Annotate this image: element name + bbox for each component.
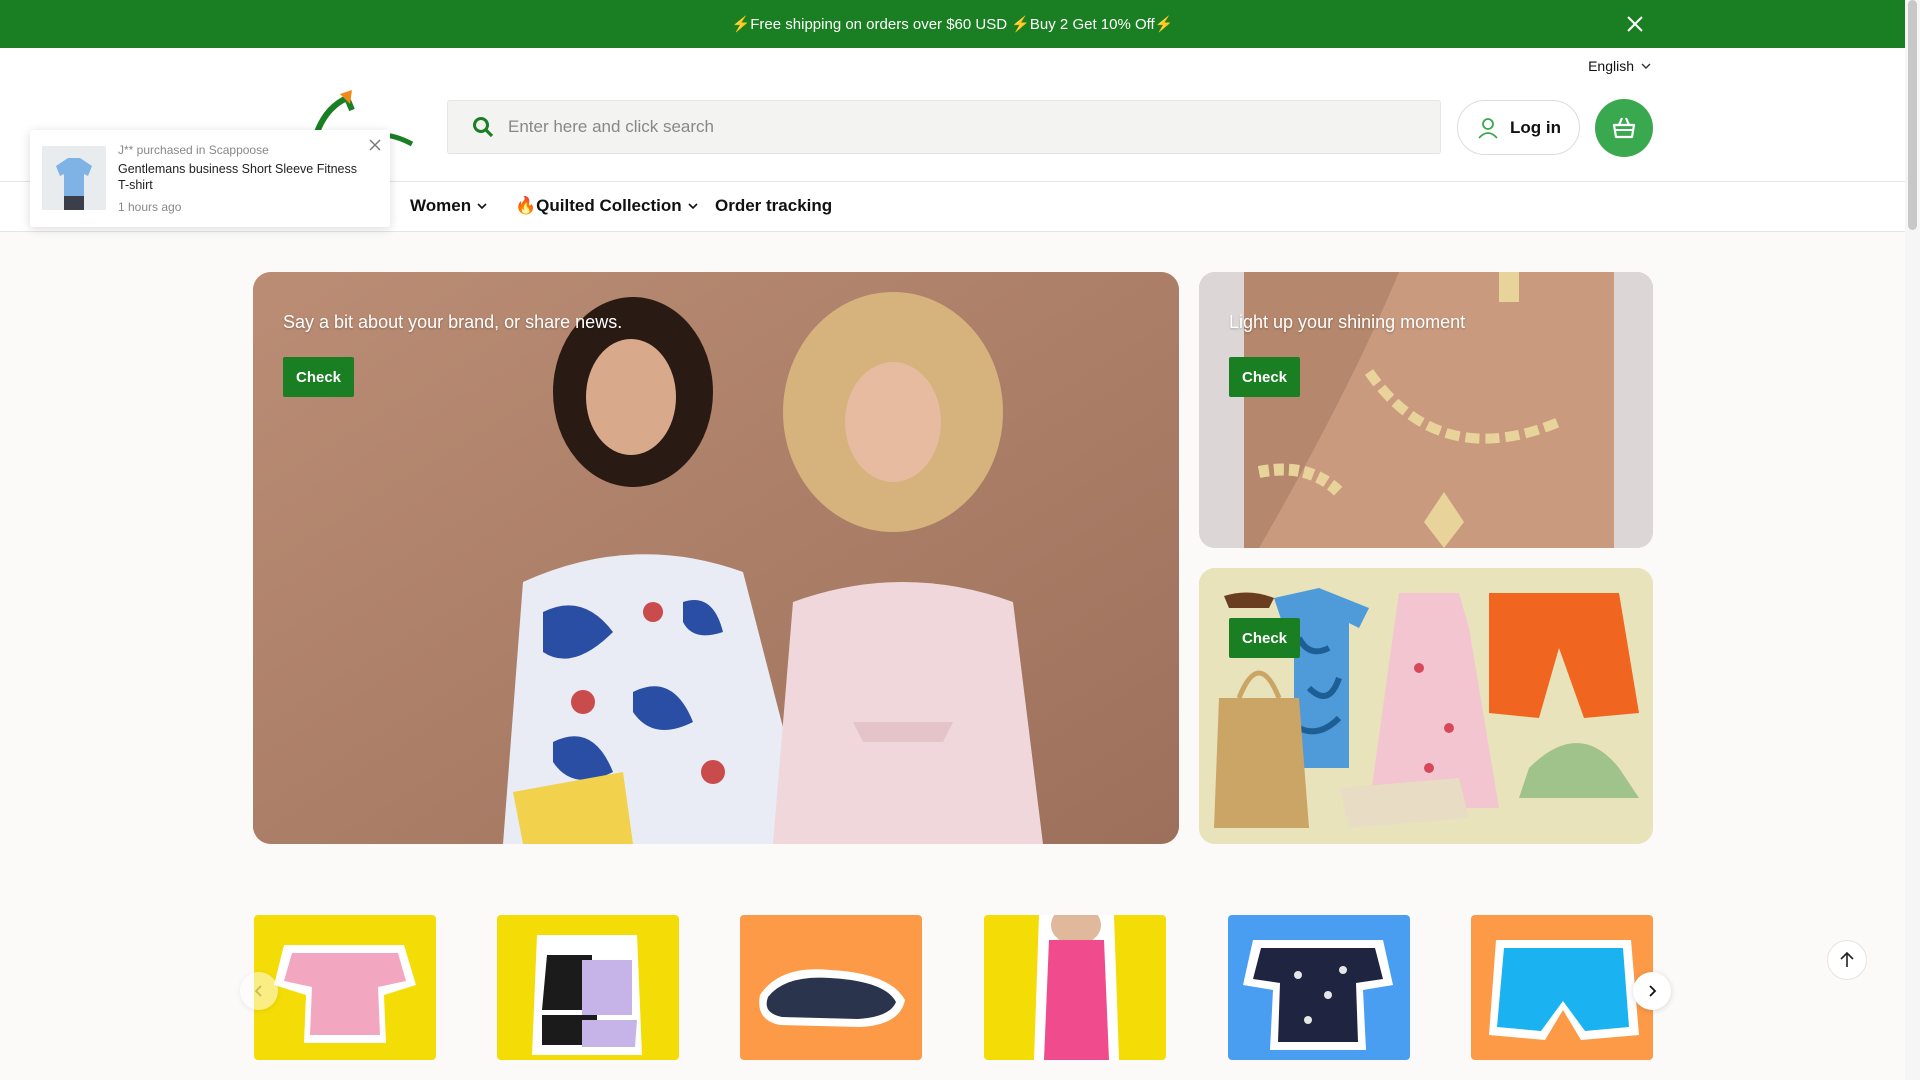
pink-dress-image [984, 915, 1166, 1060]
category-tile[interactable] [497, 915, 679, 1060]
pink-gingham-top-image [254, 915, 436, 1060]
search-bar[interactable] [447, 100, 1441, 154]
category-tile[interactable] [740, 915, 922, 1060]
language-label: English [1588, 58, 1634, 74]
hero-jewelry-text: Light up your shining moment [1229, 312, 1466, 332]
hero-summer-check-button[interactable]: Check [1229, 618, 1300, 658]
hero-main-text: Say a bit about your brand, or share new… [283, 312, 623, 332]
hero-summer-image [1199, 568, 1653, 844]
popup-time: 1 hours ago [118, 200, 182, 214]
popup-meta: J** purchased in Scappoose [118, 143, 269, 157]
blue-shorts-image [1471, 915, 1653, 1060]
search-input[interactable] [508, 117, 1408, 137]
cart-button[interactable] [1595, 99, 1653, 157]
basket-icon [1612, 117, 1636, 139]
category-tile[interactable] [1228, 915, 1410, 1060]
hero-main-image [253, 272, 1179, 844]
scroll-to-top-button[interactable] [1827, 940, 1867, 980]
language-selector[interactable]: English [1588, 58, 1652, 74]
nav-item-order-tracking[interactable]: Order tracking [715, 196, 832, 216]
category-tile[interactable] [1471, 915, 1653, 1060]
chevron-down-icon [477, 203, 487, 210]
nav-item-quilted-collection[interactable]: 🔥Quilted Collection [515, 196, 699, 216]
tank-set-image [497, 915, 679, 1060]
category-tile[interactable] [984, 915, 1166, 1060]
carousel-prev-button[interactable] [240, 972, 278, 1010]
carousel-next-button[interactable] [1633, 972, 1671, 1010]
login-button[interactable]: Log in [1457, 100, 1580, 155]
close-icon[interactable] [1623, 12, 1647, 36]
announcement-bar: ⚡Free shipping on orders over $60 USD ⚡B… [0, 0, 1905, 48]
login-label: Log in [1510, 117, 1561, 137]
nav-item-label: 🔥Quilted Collection [515, 196, 682, 215]
nav-item-women[interactable]: Women [410, 196, 488, 216]
floral-blouse-image [1228, 915, 1410, 1060]
popup-product-name[interactable]: Gentlemans business Short Sleeve Fitness… [118, 161, 368, 193]
nav-item-label: Order tracking [715, 196, 833, 215]
clog-shoe-image [740, 915, 922, 1060]
arrow-up-icon [1840, 951, 1854, 967]
purchase-notification[interactable]: J** purchased in Scappoose Gentlemans bu… [30, 130, 390, 227]
hero-main-check-button[interactable]: Check [283, 357, 354, 397]
chevron-left-icon [254, 985, 262, 997]
product-thumbnail[interactable] [42, 146, 106, 210]
chevron-right-icon [1649, 985, 1657, 997]
hero-banner-main[interactable]: Say a bit about your brand, or share new… [253, 272, 1179, 844]
hero-jewelry-check-button[interactable]: Check [1229, 357, 1300, 397]
category-tile[interactable] [254, 915, 436, 1060]
nav-item-label: Women [410, 196, 472, 215]
hero-banner-jewelry[interactable]: Light up your shining moment Check [1199, 272, 1653, 548]
hero-banner-summer[interactable]: Check [1199, 568, 1653, 844]
scrollbar-thumb[interactable] [1908, 0, 1917, 230]
chevron-down-icon [688, 203, 698, 210]
page-scrollbar[interactable] [1905, 0, 1920, 1080]
announcement-text: ⚡Free shipping on orders over $60 USD ⚡B… [731, 16, 1174, 33]
chevron-down-icon [1641, 63, 1651, 69]
close-icon[interactable] [368, 138, 382, 152]
search-icon[interactable] [472, 116, 494, 138]
user-icon [1478, 117, 1498, 139]
